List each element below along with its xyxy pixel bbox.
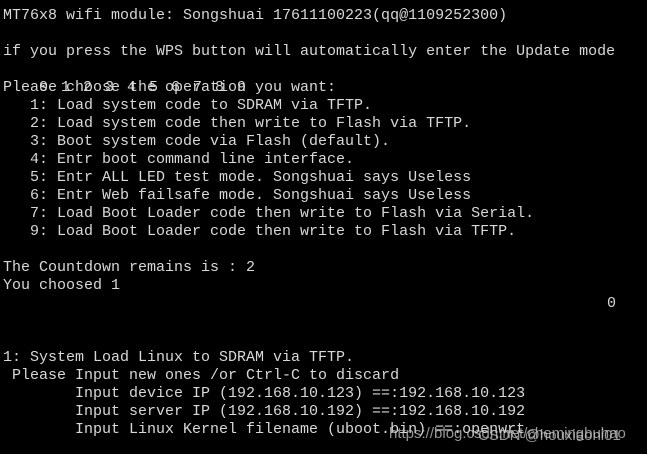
- action-line: 1: System Load Linux to SDRAM via TFTP.: [3, 349, 355, 366]
- menu-option: 1: Load system code to SDRAM via TFTP.: [3, 97, 373, 114]
- countdown-line: The Countdown remains is : 2: [3, 259, 256, 276]
- menu-option: 4: Entr boot command line interface.: [3, 151, 355, 168]
- header-line: MT76x8 wifi module: Songshuai 1761110022…: [3, 7, 508, 24]
- choose-prompt: Please choose the operation you want:: [3, 79, 337, 96]
- counter-line: 0: [3, 295, 647, 313]
- watermark-author: CSDN @houxiaoni01: [478, 427, 621, 444]
- menu-option: 7: Load Boot Loader code then write to F…: [3, 205, 535, 222]
- device-ip-line: Input device IP (192.168.10.123) ==:192.…: [3, 385, 526, 402]
- terminal-output[interactable]: MT76x8 wifi module: Songshuai 1761110022…: [3, 7, 647, 454]
- counter-value: 0: [607, 295, 617, 312]
- menu-option: 6: Entr Web failsafe mode. Songshuai say…: [3, 187, 472, 204]
- server-ip-line: Input server IP (192.168.10.192) ==:192.…: [3, 403, 526, 420]
- chosen-line: You choosed 1: [3, 277, 121, 294]
- menu-option: 2: Load system code then write to Flash …: [3, 115, 472, 132]
- menu-option: 9: Load Boot Loader code then write to F…: [3, 223, 517, 240]
- menu-option: 5: Entr ALL LED test mode. Songshuai say…: [3, 169, 472, 186]
- input-prompt: Please Input new ones /or Ctrl-C to disc…: [3, 367, 400, 384]
- digit-countdown: 0123456789: [3, 61, 647, 96]
- menu-option: 3: Boot system code via Flash (default).: [3, 133, 391, 150]
- wps-notice: if you press the WPS button will automat…: [3, 43, 616, 60]
